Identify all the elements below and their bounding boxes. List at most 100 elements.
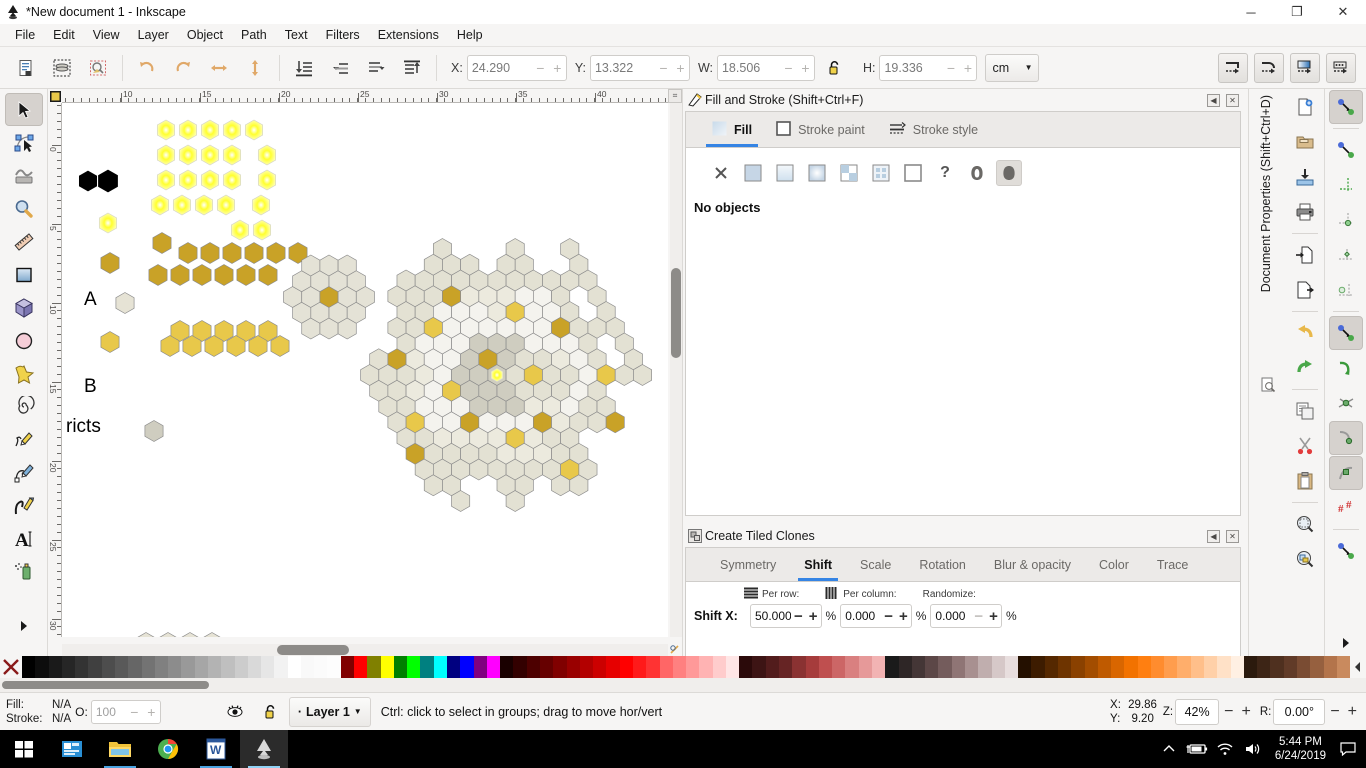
palette-swatch[interactable] — [1283, 656, 1297, 678]
palette-swatch[interactable] — [593, 656, 607, 678]
hexagon-clone[interactable] — [150, 194, 170, 216]
hexagon-clone[interactable] — [148, 264, 168, 286]
hexagon-clone[interactable] — [194, 194, 214, 216]
palette-swatch[interactable] — [300, 656, 315, 678]
palette-swatch[interactable] — [1097, 656, 1112, 678]
hexagon-clone[interactable] — [270, 335, 290, 357]
palette-swatch[interactable] — [579, 656, 594, 678]
canvas-zoom-corner-icon[interactable] — [669, 644, 681, 656]
palette-swatch[interactable] — [765, 656, 780, 678]
palette-swatch[interactable] — [858, 656, 872, 678]
shift-x-per-column-field[interactable]: − + — [840, 604, 912, 628]
palette-swatch[interactable] — [1018, 656, 1032, 678]
snap-midpoints-icon[interactable]: # # — [1329, 491, 1363, 525]
flip-horizontal-icon[interactable] — [201, 51, 237, 85]
palette-swatch[interactable] — [1004, 656, 1019, 678]
palette-swatch[interactable] — [101, 656, 115, 678]
export-icon[interactable] — [1288, 273, 1322, 307]
tab-shift[interactable]: Shift — [790, 548, 846, 581]
snap-bbox-edges-icon[interactable] — [1329, 168, 1363, 202]
hexagon-clone[interactable] — [115, 292, 135, 314]
palette-swatch[interactable] — [725, 656, 740, 678]
canvas-vertical-scrollbar[interactable] — [670, 103, 682, 637]
shift-x-randomize-decrement[interactable]: − — [971, 608, 986, 625]
palette-swatch[interactable] — [287, 656, 301, 678]
palette-swatch[interactable] — [1150, 656, 1165, 678]
palette-swatch[interactable] — [513, 656, 527, 678]
battery-charging-icon[interactable] — [1183, 730, 1211, 768]
rotation-decrement[interactable]: − — [1327, 703, 1342, 721]
palette-swatch[interactable] — [712, 656, 726, 678]
tab-stroke-paint[interactable]: Stroke paint — [764, 112, 877, 147]
rotation-increment[interactable]: + — [1345, 703, 1360, 721]
x-field[interactable]: −+ — [466, 54, 567, 81]
palette-swatch[interactable] — [526, 656, 540, 678]
palette-swatch[interactable] — [367, 656, 381, 678]
palette-swatch[interactable] — [539, 656, 554, 678]
zoom-drawing-icon[interactable] — [1288, 542, 1322, 576]
canvas-vertical-scroll-thumb[interactable] — [671, 268, 681, 358]
palette-swatch[interactable] — [1137, 656, 1151, 678]
units-select[interactable]: cm ▼ — [985, 53, 1040, 82]
palette-swatch[interactable] — [1044, 656, 1058, 678]
select-all-in-layers-icon[interactable] — [44, 51, 80, 85]
palette-swatch[interactable] — [925, 656, 939, 678]
tab-color[interactable]: Color — [1085, 548, 1143, 581]
h-increment[interactable]: + — [959, 56, 976, 80]
volume-icon[interactable] — [1239, 730, 1267, 768]
palette-swatch[interactable] — [832, 656, 846, 678]
snap-nodes-paths-icon[interactable] — [1328, 316, 1363, 350]
hexagon-clone[interactable] — [78, 170, 98, 192]
palette-swatch[interactable] — [991, 656, 1005, 678]
palette-swatch[interactable] — [194, 656, 208, 678]
tab-rotation[interactable]: Rotation — [905, 548, 980, 581]
text-tool[interactable]: A — [5, 522, 43, 555]
palette-swatch[interactable] — [61, 656, 76, 678]
undo-icon[interactable] — [1288, 316, 1322, 350]
hexagon-clone[interactable] — [192, 264, 212, 286]
palette-swatch[interactable] — [619, 656, 633, 678]
palette-swatch[interactable] — [1124, 656, 1138, 678]
palette-swatch[interactable] — [898, 656, 912, 678]
hexagon-clone[interactable] — [172, 194, 192, 216]
maximize-button[interactable]: ❐ — [1274, 0, 1320, 24]
more-tools-chevron-right-icon[interactable] — [5, 609, 43, 642]
palette-swatch[interactable] — [805, 656, 819, 678]
paste-icon[interactable] — [1288, 464, 1322, 498]
shift-x-randomize-field[interactable]: − + — [930, 604, 1002, 628]
raise-to-top-icon[interactable] — [394, 51, 430, 85]
palette-swatch[interactable] — [606, 656, 620, 678]
hexagon-clone[interactable] — [200, 169, 220, 191]
lower-to-bottom-icon[interactable] — [286, 51, 322, 85]
hexagon-clone[interactable] — [200, 119, 220, 141]
hexagon-clone[interactable] — [244, 242, 264, 264]
canvas-horizontal-scrollbar[interactable] — [62, 644, 668, 656]
fill-stroke-indicator[interactable]: Fill: N/A Stroke: N/A — [0, 698, 71, 726]
palette-swatch[interactable] — [340, 656, 355, 678]
palette-swatch[interactable] — [1297, 656, 1311, 678]
pattern-button[interactable] — [836, 160, 862, 186]
snap-bbox-corners-icon[interactable] — [1329, 203, 1363, 237]
palette-swatch[interactable] — [407, 656, 421, 678]
palette-swatch[interactable] — [632, 656, 647, 678]
zoom-tool[interactable] — [5, 192, 43, 225]
hexagon-clone[interactable] — [222, 119, 242, 141]
x-increment[interactable]: + — [549, 56, 566, 80]
layer-visibility-eye-icon[interactable] — [217, 695, 253, 729]
palette-swatch[interactable] — [141, 656, 155, 678]
hexagon-clone[interactable] — [156, 144, 176, 166]
close-button[interactable]: ✕ — [1320, 0, 1366, 24]
nonzero-fillrule-button[interactable] — [996, 160, 1022, 186]
hexagon-clone[interactable] — [152, 232, 172, 254]
hexagon-clone[interactable] — [159, 632, 177, 638]
lock-open-icon[interactable] — [817, 51, 853, 85]
unknown-paint-button[interactable] — [900, 160, 926, 186]
vertical-ruler[interactable]: 0 5 10 15 20 25 30 — [48, 103, 62, 637]
redo-icon[interactable] — [1288, 351, 1322, 385]
palette-swatch[interactable] — [393, 656, 408, 678]
snap-cusp-nodes-icon[interactable] — [1328, 421, 1363, 455]
rotate-90-ccw-icon[interactable] — [129, 51, 165, 85]
snap-bar-more-chevron-right-icon[interactable] — [1329, 626, 1363, 660]
new-document-icon[interactable] — [1288, 90, 1322, 124]
snap-bounding-boxes-icon[interactable] — [1329, 133, 1363, 167]
